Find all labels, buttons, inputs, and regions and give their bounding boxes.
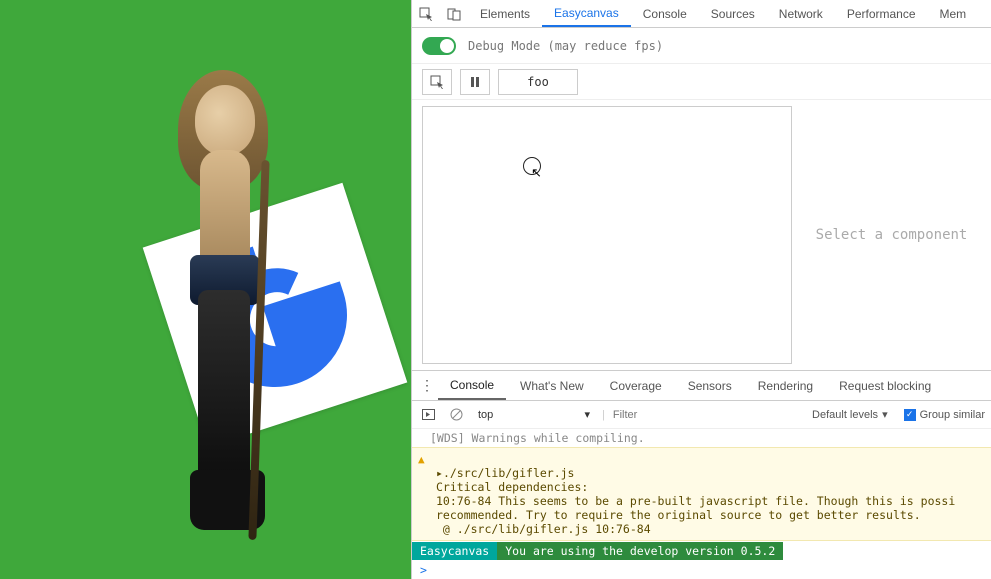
log-level-select[interactable]: Default levels — [812, 409, 878, 421]
warning-file: ./src/lib/gifler.js — [443, 466, 575, 480]
tab-performance[interactable]: Performance — [835, 0, 928, 27]
detail-placeholder: Select a component — [816, 227, 968, 243]
console-filter-input[interactable] — [613, 409, 755, 421]
console-info-line: EasycanvasYou are using the develop vers… — [412, 541, 991, 561]
console-sidebar-toggle-icon[interactable] — [418, 405, 438, 425]
clear-console-icon[interactable] — [446, 405, 466, 425]
tab-memory[interactable]: Mem — [928, 0, 979, 27]
execution-context-select[interactable]: top ▾ — [474, 408, 594, 421]
debug-mode-row: Debug Mode (may reduce fps) — [412, 28, 991, 64]
component-tree-pane[interactable]: ↖ — [422, 106, 792, 364]
warning-icon: ▲ — [418, 453, 425, 466]
tab-console[interactable]: Console — [631, 0, 699, 27]
drawer-tab-reqblock[interactable]: Request blocking — [827, 371, 943, 400]
tab-network[interactable]: Network — [767, 0, 835, 27]
inspect-element-icon[interactable] — [412, 0, 440, 28]
drawer-tab-whatsnew[interactable]: What's New — [508, 371, 596, 400]
component-detail-pane: Select a component — [792, 100, 991, 370]
tab-elements[interactable]: Elements — [468, 0, 542, 27]
drawer-tab-coverage[interactable]: Coverage — [598, 371, 674, 400]
drawer-tab-rendering[interactable]: Rendering — [746, 371, 825, 400]
drawer-tab-sensors[interactable]: Sensors — [676, 371, 744, 400]
devtools-panel: Elements Easycanvas Console Sources Netw… — [411, 0, 991, 579]
console-drawer: ⋮ Console What's New Coverage Sensors Re… — [412, 370, 991, 579]
pause-button[interactable] — [460, 69, 490, 95]
tab-sources[interactable]: Sources — [699, 0, 767, 27]
console-warning: ▲ ▸./src/lib/gifler.js Critical dependen… — [412, 447, 991, 541]
foo-button[interactable]: foo — [498, 69, 578, 95]
cursor-arrow-icon: ↖ — [531, 165, 542, 181]
chevron-down-icon: ▾ — [584, 408, 590, 421]
console-line: [WDS] Warnings while compiling. — [412, 429, 991, 447]
warning-line: @ ./src/lib/gifler.js 10:76-84 — [436, 522, 651, 536]
debug-mode-label: Debug Mode (may reduce fps) — [468, 39, 663, 53]
drawer-tab-bar: ⋮ Console What's New Coverage Sensors Re… — [412, 371, 991, 401]
drawer-menu-icon[interactable]: ⋮ — [418, 377, 436, 394]
tab-easycanvas[interactable]: Easycanvas — [542, 0, 631, 27]
easycanvas-badge: Easycanvas — [412, 542, 497, 560]
warning-line: Critical dependencies: — [436, 480, 588, 494]
console-output[interactable]: [WDS] Warnings while compiling. ▲ ▸./src… — [412, 429, 991, 579]
easycanvas-toolbar: foo — [412, 64, 991, 100]
context-value: top — [478, 409, 493, 421]
drawer-tab-console[interactable]: Console — [438, 371, 506, 400]
debug-mode-toggle[interactable] — [422, 37, 456, 55]
devtools-tab-bar: Elements Easycanvas Console Sources Netw… — [412, 0, 991, 28]
canvas-viewport[interactable] — [0, 0, 411, 579]
character-sprite — [150, 70, 320, 570]
warning-line: recommended. Try to require the original… — [436, 508, 921, 522]
device-toolbar-icon[interactable] — [440, 0, 468, 28]
group-similar-checkbox[interactable]: ✓ — [904, 409, 916, 421]
group-similar-label: Group similar — [920, 409, 985, 421]
easycanvas-version-msg: You are using the develop version 0.5.2 — [497, 542, 783, 560]
chevron-down-icon: ▾ — [882, 408, 888, 421]
warning-line: 10:76-84 This seems to be a pre-built ja… — [436, 494, 955, 508]
console-toolbar: top ▾ | Default levels ▾ ✓ Group similar — [412, 401, 991, 429]
console-prompt[interactable]: > — [412, 561, 991, 579]
pick-element-button[interactable] — [422, 69, 452, 95]
